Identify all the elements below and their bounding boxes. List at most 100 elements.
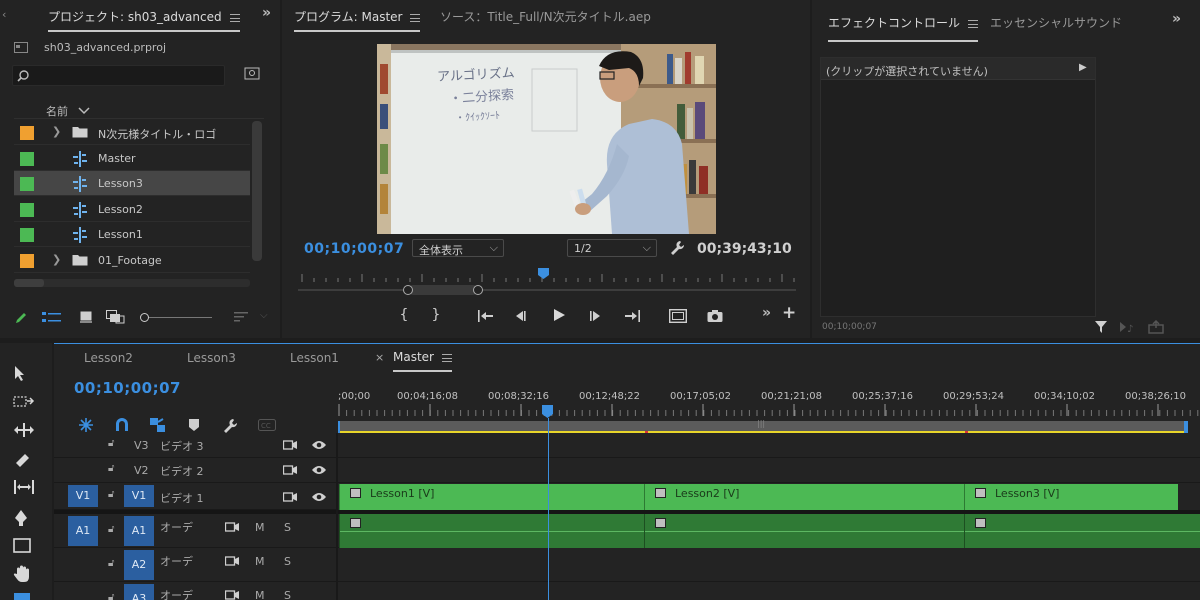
eye-icon[interactable] — [311, 439, 327, 451]
tab-essential-sound[interactable]: エッセンシャルサウンド — [990, 14, 1122, 31]
go-to-in-icon[interactable] — [477, 309, 495, 323]
solo-button-a2[interactable]: S — [284, 555, 291, 568]
project-item[interactable]: ❯ N次元様タイトル・ロゴ — [14, 120, 250, 145]
lock-icon[interactable]: 🔓︎ — [108, 489, 114, 500]
freeform-view-icon[interactable] — [106, 310, 126, 324]
clip-lesson1-video[interactable]: Lesson1 [V] — [339, 484, 644, 510]
tab-lesson1[interactable]: Lesson1 — [290, 351, 339, 365]
track-header-a2[interactable]: 🔓︎ A2 オーデ M S — [54, 548, 336, 582]
project-item[interactable]: Lesson2 — [14, 197, 250, 222]
program-playhead-icon[interactable] — [538, 268, 550, 280]
panel-menu-icon[interactable] — [968, 19, 979, 28]
eye-icon[interactable] — [311, 464, 327, 476]
play-triangle-icon[interactable]: ▶ — [1079, 62, 1087, 73]
sort-icon[interactable] — [234, 312, 248, 322]
panel-expand-icon[interactable]: » — [262, 5, 271, 21]
panel-menu-icon[interactable] — [410, 13, 421, 22]
track-select-tool-icon[interactable] — [13, 394, 35, 408]
type-tool-icon[interactable] — [13, 593, 31, 600]
sync-lock-icon[interactable] — [283, 439, 297, 451]
sync-lock-icon[interactable] — [283, 464, 297, 476]
clip-lesson1-audio[interactable] — [339, 514, 644, 548]
zoom-slider[interactable] — [140, 312, 215, 322]
panel-left-chevron-icon[interactable]: ‹ — [2, 8, 6, 21]
timeline-settings-wrench-icon[interactable] — [222, 418, 238, 434]
sort-dropdown-icon[interactable]: ⌵ — [260, 310, 268, 321]
lock-icon[interactable]: 🔓︎ — [108, 592, 114, 600]
linked-selection-icon[interactable] — [149, 417, 167, 433]
export-frame-camera-icon[interactable] — [707, 309, 723, 323]
zoom-scrollbar[interactable] — [298, 285, 796, 295]
voiceover-record-icon[interactable] — [225, 555, 239, 567]
project-item[interactable]: Lesson3 — [14, 171, 250, 196]
color-label-chip[interactable] — [20, 202, 34, 217]
voiceover-record-icon[interactable] — [225, 521, 239, 533]
tab-master[interactable]: Master — [393, 350, 452, 372]
track-target-v1[interactable]: V1 — [124, 485, 154, 507]
video-frame[interactable]: アルゴリズム ・二分探索 ・ｸｲｯｸｿｰﾄ — [377, 44, 716, 234]
panel-expand-icon[interactable]: » — [1172, 11, 1181, 27]
track-target-a1[interactable]: A1 — [124, 516, 154, 546]
timeline-ruler[interactable]: ;00;00 00;04;16;08 00;08;32;16 00;12;48;22 0… — [338, 384, 1200, 420]
color-label-chip[interactable] — [20, 151, 34, 166]
lock-icon[interactable]: 🔓︎ — [108, 558, 114, 569]
panel-menu-icon[interactable] — [441, 353, 452, 362]
program-current-time[interactable]: 00;10;00;07 — [304, 241, 404, 257]
source-patch-a1[interactable]: A1 — [68, 516, 98, 546]
project-scrollbar[interactable] — [252, 121, 262, 261]
pen-tool-icon[interactable] — [13, 509, 29, 527]
track-target-a3[interactable]: A3 — [124, 584, 154, 600]
color-label-chip[interactable] — [20, 228, 34, 242]
solo-button-a3[interactable]: S — [284, 589, 291, 600]
lock-icon[interactable]: 🔓︎ — [108, 438, 114, 449]
track-header-a3[interactable]: 🔓︎ A3 オーデ M S — [54, 582, 336, 600]
track-header-v1[interactable]: V1 🔓︎ V1 ビデオ 1 — [54, 483, 336, 510]
button-editor-plus-icon[interactable]: + — [782, 303, 796, 323]
step-back-icon[interactable] — [513, 310, 527, 322]
icon-view-icon[interactable] — [80, 311, 92, 323]
captions-icon[interactable]: CC — [258, 419, 276, 431]
work-area-start-handle[interactable] — [338, 421, 340, 433]
tab-project[interactable]: プロジェクト: sh03_advanced — [48, 8, 240, 32]
lock-icon[interactable]: 🔓︎ — [108, 463, 114, 474]
timeline-playhead-icon[interactable] — [542, 405, 554, 419]
track-header-v2[interactable]: 🔓︎ V2 ビデオ 2 — [54, 458, 336, 483]
ripple-edit-tool-icon[interactable] — [13, 423, 35, 437]
clip-lesson2-audio[interactable] — [644, 514, 964, 548]
pencil-icon[interactable] — [14, 311, 28, 325]
color-label-chip[interactable] — [20, 177, 34, 191]
close-tab-icon[interactable]: × — [375, 351, 384, 364]
tab-effect-controls[interactable]: エフェクトコントロール — [828, 14, 979, 42]
sync-lock-icon[interactable] — [283, 491, 297, 503]
clip-lesson3-audio[interactable] — [964, 514, 1200, 548]
nest-sequence-icon[interactable] — [78, 417, 94, 433]
resolution-dropdown[interactable]: 1/2 ⌵ — [567, 239, 657, 257]
tab-lesson3[interactable]: Lesson3 — [187, 351, 236, 365]
eye-icon[interactable] — [311, 491, 327, 503]
track-header-v3[interactable]: 🔓︎ V3 ビデオ 3 — [54, 433, 336, 458]
project-item[interactable]: Master — [14, 146, 250, 171]
new-search-bin-icon[interactable] — [244, 67, 260, 81]
project-item[interactable]: Lesson1 — [14, 222, 250, 247]
panel-menu-icon[interactable] — [229, 13, 240, 22]
color-label-chip[interactable] — [20, 126, 34, 140]
step-forward-icon[interactable] — [589, 310, 603, 322]
sort-chevron-icon[interactable] — [78, 107, 90, 115]
play-audio-icon[interactable]: ♪ — [1119, 321, 1135, 333]
work-area-end-handle[interactable] — [1184, 421, 1188, 433]
mute-button-a1[interactable]: M — [255, 521, 265, 534]
rectangle-tool-icon[interactable] — [13, 538, 31, 554]
work-area-bar[interactable]: ||| — [339, 419, 1185, 433]
tab-source[interactable]: ソース：Title_Full/N次元タイトル.aep — [440, 8, 651, 25]
hand-tool-icon[interactable] — [13, 565, 31, 583]
lock-icon[interactable]: 🔓︎ — [108, 524, 114, 535]
mute-button-a3[interactable]: M — [255, 589, 265, 600]
color-label-chip[interactable] — [20, 253, 34, 268]
search-input[interactable] — [12, 65, 225, 86]
selection-tool-icon[interactable] — [13, 365, 27, 381]
project-h-scrollbar[interactable] — [14, 279, 250, 287]
column-header[interactable]: 名前 — [14, 99, 264, 119]
filter-icon[interactable] — [1094, 320, 1108, 334]
disclosure-triangle-icon[interactable]: ❯ — [52, 253, 61, 266]
tab-program[interactable]: プログラム: Master — [294, 8, 421, 32]
